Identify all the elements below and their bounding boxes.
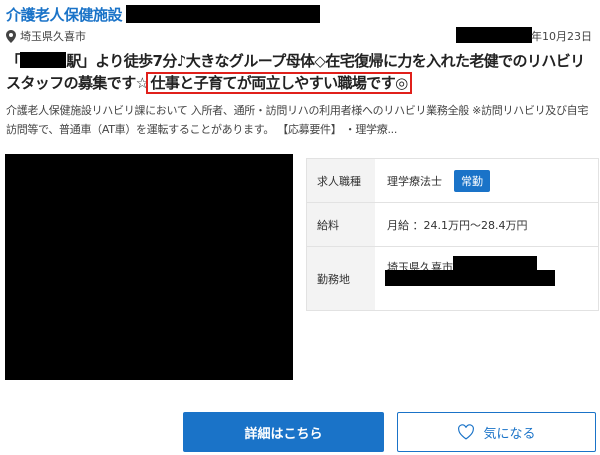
favorite-button[interactable]: 気になる — [397, 412, 596, 452]
posted-date: 年10月23日 — [531, 30, 592, 43]
salary-label: 給料 — [307, 203, 375, 246]
salary-value: 月給 ：24.1万円〜28.4万円 — [387, 218, 528, 232]
facility-photo — [5, 154, 293, 380]
headline-highlight: 仕事と子育てが両立しやすい職場です◎ — [146, 72, 412, 94]
map-pin-icon — [6, 29, 16, 43]
job-description: 介護老人保健施設リハビリ課において 入所者、通所・訪問リハの利用者様へのリハビリ… — [6, 104, 589, 136]
workplace-label: 勤務地 — [307, 247, 375, 310]
redacted-facility-name — [126, 5, 320, 23]
job-type-label: 求人職種 — [307, 159, 375, 202]
info-row-salary: 給料 月給 ：24.1万円〜28.4万円 — [307, 203, 598, 247]
headline-open-bracket: 「 — [6, 52, 21, 70]
location-row: 埼玉県久喜市 — [6, 28, 86, 44]
heart-icon — [458, 424, 475, 440]
redacted-year — [456, 27, 532, 43]
redacted-address-line2 — [385, 270, 555, 286]
details-button[interactable]: 詳細はこちら — [183, 412, 384, 452]
employment-type-badge: 常勤 — [454, 169, 490, 192]
job-type-value-cell: 理学療法士 常勤 — [375, 169, 598, 192]
job-info-table: 求人職種 理学療法士 常勤 給料 月給 ：24.1万円〜28.4万円 勤務地 埼… — [306, 158, 599, 311]
job-headline[interactable]: 「駅」より徒歩7分♪大きなグループ母体◇在宅復帰に力を入れた老健でのリハビリスタ… — [6, 50, 596, 94]
location-text: 埼玉県久喜市 — [20, 30, 86, 43]
job-type-value: 理学療法士 — [387, 174, 442, 188]
favorite-label: 気になる — [483, 426, 536, 442]
facility-title[interactable]: 介護老人保健施設 — [6, 4, 123, 25]
info-row-job-type: 求人職種 理学療法士 常勤 — [307, 159, 598, 203]
redacted-address-line1 — [453, 256, 537, 270]
redacted-station-name — [20, 52, 67, 68]
